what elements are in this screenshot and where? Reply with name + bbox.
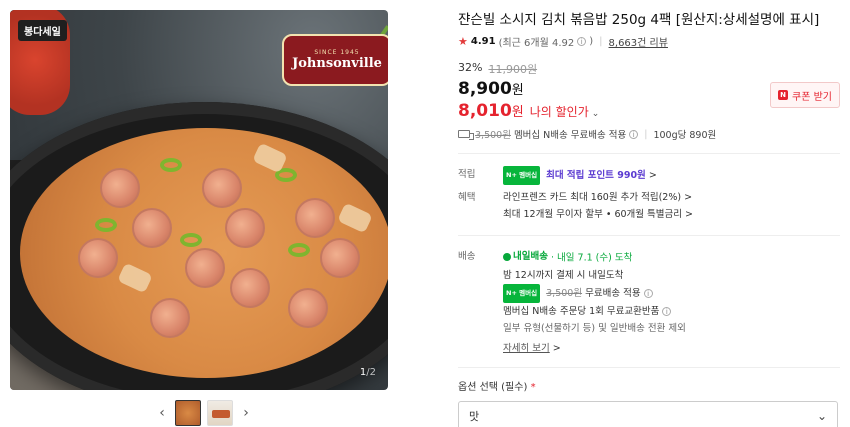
review-count-link[interactable]: 8,663건 리뷰 — [609, 34, 668, 49]
option-select[interactable]: 맛 ⌄ — [458, 400, 838, 427]
info-icon[interactable]: i — [629, 129, 639, 139]
points-key: 적립 — [458, 169, 476, 180]
delivery-detail-link[interactable]: 자세히 보기 — [503, 343, 550, 354]
detail-arrow[interactable]: > — [553, 343, 561, 354]
perk-card-link[interactable]: 라인프렌즈 카드 최대 160원 추가 적립(2%) > — [503, 189, 840, 206]
tomorrow-delivery-badge: 내일배송 — [503, 248, 548, 265]
sausage-slice — [295, 198, 335, 238]
coupon-label: 쿠폰 받기 — [792, 91, 832, 103]
image-counter-total: /2 — [366, 367, 376, 378]
sale-badge: 봉다세일 — [18, 20, 67, 41]
coupon-button[interactable]: N 쿠폰 받기 — [770, 82, 840, 108]
sausage-slice — [230, 268, 270, 308]
info-icon[interactable]: i — [662, 306, 672, 316]
sausage-slice — [100, 168, 140, 208]
shipping-row: 3,500원 멤버십 N배송 무료배송 적용 i | 100g당 890원 — [458, 127, 840, 141]
delivery-row: 배송 내일배송 · 내일 7.1 (수) 도착 밤 12시까지 결제 시 내일도… — [458, 248, 840, 357]
rating-row: ★ 4.91 (최근 6개월 4.92 i ) | 8,663건 리뷰 — [458, 34, 840, 49]
discount-rate: 32% — [458, 61, 483, 74]
divider-bar: | — [599, 36, 603, 47]
chevron-down-icon: ⌄ — [591, 108, 600, 119]
original-price: 11,900원 — [488, 63, 538, 76]
my-price: 8,010원 — [458, 101, 524, 121]
sausage-slice — [288, 288, 328, 328]
perks-row: 혜택 라인프렌즈 카드 최대 160원 추가 적립(2%) > 최대 12개월 … — [458, 189, 840, 223]
free-return-text: 멤버십 N배송 주문당 1회 무료교환반품 — [503, 305, 660, 317]
perks-key: 혜택 — [458, 192, 476, 203]
tomorrow-delivery-label: 내일배송 — [513, 251, 548, 262]
required-mark: * — [530, 381, 536, 393]
sausage-slice — [150, 298, 190, 338]
sausage-slice — [320, 238, 360, 278]
sale-price-unit: 원 — [511, 83, 524, 98]
info-icon[interactable]: i — [643, 288, 653, 298]
points-row: 적립 N+ 멤버십 최대 적립 포인트 990원 > — [458, 166, 840, 185]
section-divider — [458, 153, 840, 154]
my-price-value: 8,010 — [458, 101, 512, 121]
points-arrow[interactable]: > — [649, 170, 657, 181]
section-divider — [458, 366, 840, 368]
sausage-slice — [202, 168, 242, 208]
recent-rating-close: ) — [589, 36, 594, 47]
option-label-text: 옵션 선택 (필수) — [458, 381, 528, 393]
shipping-old-fee: 3,500원 — [475, 130, 511, 141]
delivery-eta: · 내일 7.1 (수) 도착 — [551, 252, 633, 264]
section-divider — [458, 235, 840, 236]
brand-wordmark: Johnsonville — [292, 56, 382, 71]
membership-badge: N+ 멤버십 — [503, 166, 541, 185]
membership-badge: N+ 멤버십 — [503, 283, 541, 303]
product-main-image[interactable]: 봉다세일 SINCE 1945 Johnsonville 1/2 — [10, 10, 388, 390]
kimchi-piece — [117, 262, 153, 294]
next-image-button[interactable]: › — [239, 405, 253, 421]
my-price-dropdown[interactable]: 나의 할인가 ⌄ — [530, 103, 600, 120]
brand-logo: SINCE 1945 Johnsonville — [282, 34, 388, 86]
info-icon[interactable]: i — [577, 37, 587, 46]
shipping-text: 멤버십 N배송 무료배송 적용 — [513, 130, 627, 141]
sausage-slice — [185, 248, 225, 288]
green-pepper — [160, 158, 182, 172]
sausage-slice — [78, 238, 118, 278]
rating-score: 4.91 — [470, 36, 496, 47]
clock-icon — [503, 252, 511, 261]
delivery-exclusion: 일부 유형(선물하기 등) 및 일반배송 전환 제외 — [503, 322, 686, 334]
thumbnail-2[interactable] — [207, 400, 233, 426]
truck-icon — [458, 130, 474, 140]
green-pepper — [288, 243, 310, 257]
product-info: 쟌슨빌 소시지 김치 볶음밥 250g 4팩 [원산지:상세설명에 표시] ★ … — [458, 10, 840, 427]
option-select-value: 맛 — [469, 409, 480, 423]
divider-bar: | — [644, 128, 648, 140]
my-price-unit: 원 — [511, 105, 524, 120]
prev-image-button[interactable]: ‹ — [155, 405, 169, 421]
product-title: 쟌슨빌 소시지 김치 볶음밥 250g 4팩 [원산지:상세설명에 표시] — [458, 12, 820, 28]
option-label: 옵션 선택 (필수) * — [458, 378, 840, 393]
sausage-slice — [132, 208, 172, 248]
image-counter: 1/2 — [360, 367, 376, 378]
discount-row: 32% 11,900원 — [458, 61, 840, 77]
chevron-down-icon: ⌄ — [816, 408, 827, 423]
naver-n-icon: N — [778, 90, 788, 100]
sale-price-value: 8,900 — [458, 79, 512, 99]
recent-rating: (최근 6개월 4.92 — [498, 38, 575, 49]
delivery-key: 배송 — [458, 251, 476, 262]
thumbnail-nav: ‹ › — [155, 400, 253, 426]
points-text[interactable]: 최대 적립 포인트 990원 — [546, 170, 646, 181]
fried-rice — [20, 128, 388, 378]
brand-crest: SINCE 1945 — [314, 49, 360, 56]
delivery-free-text: 무료배송 적용 — [585, 287, 641, 299]
green-pepper — [180, 233, 202, 247]
green-pepper — [95, 218, 117, 232]
thumbnail-1[interactable] — [175, 400, 201, 426]
sausage-slice — [225, 208, 265, 248]
delivery-cutoff: 밤 12시까지 결제 시 내일도착 — [503, 269, 624, 281]
unit-price: 100g당 890원 — [653, 130, 717, 141]
perk-installment-link[interactable]: 최대 12개월 무이자 할부 • 60개월 특별금리 > — [503, 206, 840, 223]
kimchi-piece — [337, 202, 373, 234]
delivery-old-fee: 3,500원 — [546, 287, 583, 299]
star-icon: ★ — [458, 35, 468, 48]
my-price-label: 나의 할인가 — [529, 104, 589, 119]
